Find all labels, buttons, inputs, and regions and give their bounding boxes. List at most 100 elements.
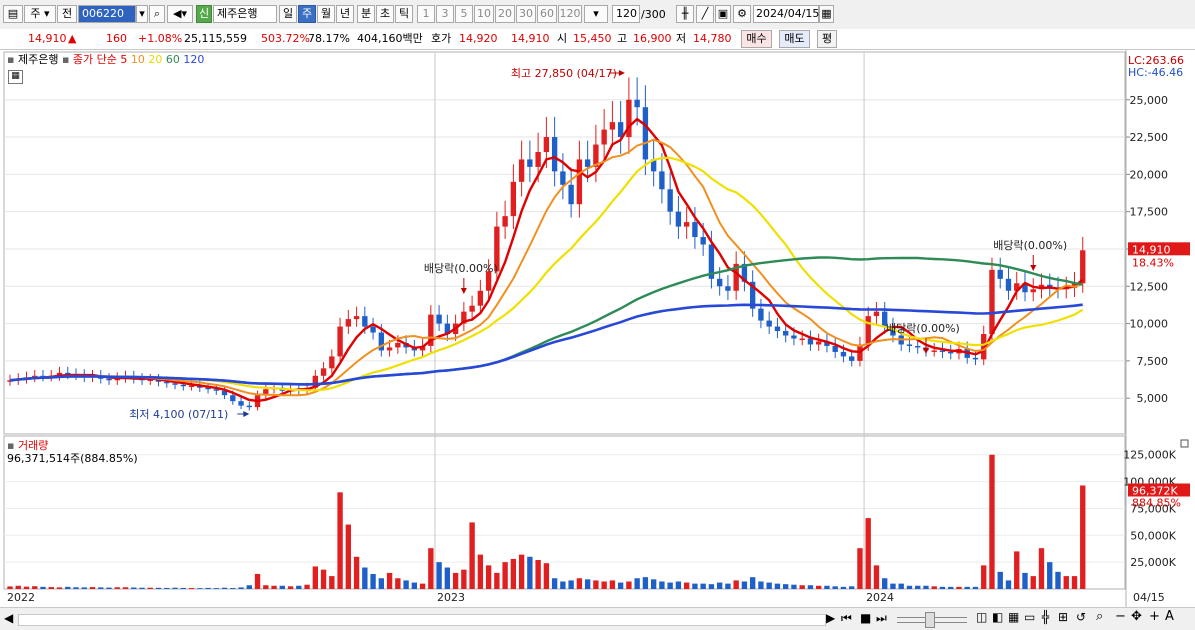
zoom-in-icon[interactable]: +	[1149, 609, 1160, 624]
interval-10[interactable]: 10	[474, 5, 494, 23]
candle-body	[238, 401, 244, 406]
legend-price-type[interactable]: 종가 단순	[73, 53, 117, 66]
chart-menu-icon[interactable]: ▤	[3, 5, 23, 23]
interval-select[interactable]: ▾	[584, 5, 608, 23]
tab-period-minute[interactable]: 분	[357, 5, 375, 23]
legend-ma-20[interactable]: 20	[148, 53, 162, 66]
tab-period-second[interactable]: 초	[376, 5, 394, 23]
volume-bar	[502, 562, 508, 589]
interval-30[interactable]: 30	[516, 5, 536, 23]
volume-bar	[411, 582, 418, 589]
candle-body	[1080, 250, 1086, 284]
tab-period-tick[interactable]: 틱	[395, 5, 413, 23]
legend-ma-5[interactable]: 5	[120, 53, 127, 66]
volume-bar	[1014, 551, 1020, 589]
history-icon[interactable]: ↺	[1076, 610, 1086, 624]
pan-icon[interactable]: ✥	[1131, 609, 1142, 624]
panel-close-icon	[1180, 439, 1189, 448]
x-axis-label: 2022	[7, 591, 35, 604]
volume-tick-label: 25,000K	[1130, 556, 1176, 569]
layout-icon[interactable]: ⊞	[1058, 610, 1068, 624]
volume-bar	[73, 587, 79, 589]
evaluate-button[interactable]: 평	[817, 30, 837, 48]
save-icon[interactable]: ▣	[715, 5, 731, 23]
window-icon[interactable]: ▭	[1024, 610, 1035, 624]
text-tool-icon[interactable]: A	[1165, 609, 1174, 624]
grid-view-icon[interactable]: ▦	[1008, 610, 1019, 624]
candle-body	[518, 159, 525, 182]
tab-period-month[interactable]: 월	[317, 5, 335, 23]
table-icon[interactable]: ▦	[8, 70, 23, 84]
crosshair-icon[interactable]: ╬	[1042, 610, 1049, 624]
volume-title[interactable]: 거래량	[18, 439, 48, 452]
volume-bar	[32, 586, 38, 589]
dividend-annotation: 배당락(0.00%)	[993, 239, 1067, 252]
legend-ma-10[interactable]: 10	[131, 53, 145, 66]
draw-line-icon[interactable]: ╱	[696, 5, 714, 23]
volume-bar	[337, 492, 343, 589]
calendar-icon[interactable]: ▦	[819, 5, 834, 23]
interval-120[interactable]: 120	[558, 5, 582, 23]
new-badge[interactable]: 신	[196, 5, 212, 23]
volume-bar	[948, 586, 954, 589]
search-icon[interactable]: ⌕	[149, 5, 165, 23]
interval-20[interactable]: 20	[495, 5, 515, 23]
volume-bar	[172, 587, 178, 589]
candle-icon[interactable]: ╫	[676, 5, 694, 23]
tab-period-year[interactable]: 년	[336, 5, 354, 23]
prev-button[interactable]: 전	[57, 5, 77, 23]
volume-bar	[461, 569, 467, 589]
volume-bar	[477, 554, 484, 589]
legend-ma-120[interactable]: 120	[183, 53, 204, 66]
volume-bar	[279, 585, 285, 589]
sell-button[interactable]: 매도	[779, 30, 810, 48]
tab-period-week[interactable]: 주	[298, 5, 316, 23]
dividend-annotation: 배당락(0.00%)	[424, 262, 498, 275]
interval-5[interactable]: 5	[455, 5, 473, 23]
volume-bar	[263, 585, 269, 589]
zoom-slider-thumb[interactable]	[925, 612, 935, 628]
current-price: 14,910	[28, 32, 67, 45]
scroll-right-icon[interactable]: ▶	[826, 611, 835, 625]
volume-bar	[329, 576, 335, 589]
volume-bar	[816, 585, 822, 589]
zoom-search-icon[interactable]: ⌕	[1096, 609, 1103, 624]
count-input[interactable]: 120	[612, 5, 640, 23]
volume-bar	[312, 566, 319, 589]
stock-name-field[interactable]: 제주은행	[213, 5, 277, 23]
buy-button[interactable]: 매수	[741, 30, 772, 48]
up-triangle-icon: ▲	[68, 32, 77, 45]
volume-bar	[650, 579, 657, 589]
candle-body	[345, 319, 352, 327]
scroll-left-icon[interactable]: ◀	[4, 611, 13, 625]
volume-bar	[395, 578, 401, 589]
rewind-icon[interactable]: ⏮	[841, 611, 852, 626]
candle-body	[659, 171, 665, 190]
candle-body	[716, 278, 723, 287]
fast-forward-icon[interactable]: ⏭	[876, 611, 887, 626]
legend-ma-60[interactable]: 60	[166, 53, 180, 66]
open-label: 시	[557, 32, 568, 45]
zoom-out-icon[interactable]: −	[1115, 609, 1126, 624]
legend-stock-name[interactable]: 제주은행	[18, 53, 58, 66]
volume-bar	[708, 584, 715, 589]
volume-bar	[931, 586, 937, 589]
split-icon[interactable]: ◧	[992, 610, 1003, 624]
stop-icon[interactable]: ■	[860, 611, 871, 625]
price-frame	[3, 51, 1126, 435]
date-input[interactable]: 2024/04/15	[753, 5, 819, 23]
scroll-track[interactable]	[18, 614, 826, 626]
candle-body	[799, 338, 805, 340]
toggle-icon[interactable]: ◫	[976, 610, 987, 624]
interval-3[interactable]: 3	[436, 5, 454, 23]
interval-1[interactable]: 1	[417, 5, 435, 23]
volume-bar	[254, 573, 261, 589]
speaker-icon[interactable]: ◀▾	[167, 5, 193, 23]
interval-60[interactable]: 60	[537, 5, 557, 23]
stock-chart[interactable]: 25,00022,50020,00017,50015,00012,50010,0…	[0, 50, 1195, 607]
gear-icon[interactable]: ⚙	[733, 5, 751, 23]
stock-code-input[interactable]: 006220	[78, 5, 136, 23]
chart-type-select[interactable]: 주 ▾	[24, 5, 56, 23]
tab-period-day[interactable]: 일	[279, 5, 297, 23]
chevron-down-icon[interactable]: ▾	[136, 5, 148, 23]
